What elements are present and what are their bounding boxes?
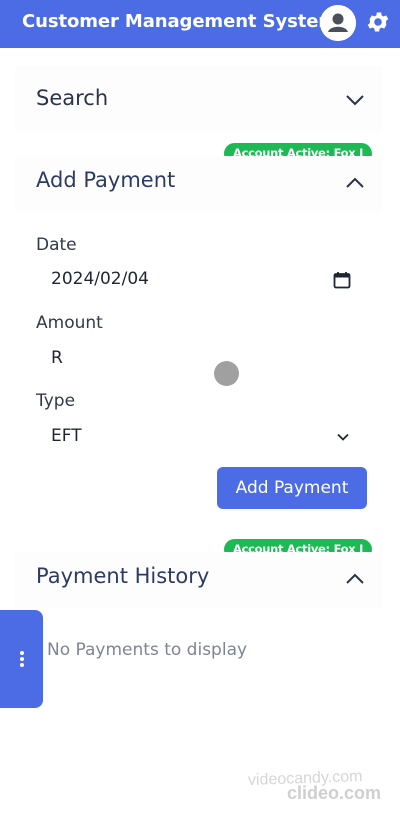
type-selected-value: EFT (51, 426, 82, 446)
gear-icon (367, 12, 389, 32)
date-value: 2024/02/04 (51, 269, 149, 289)
amount-currency-prefix: R (51, 348, 63, 368)
amount-label: Amount (36, 313, 103, 333)
chevron-up-icon[interactable] (345, 173, 365, 193)
empty-state-message: No Payments to display (47, 640, 248, 660)
amount-field[interactable]: R (36, 342, 366, 376)
chevron-up-icon[interactable] (345, 569, 365, 589)
user-circle-icon (320, 5, 356, 41)
type-select[interactable]: EFT (36, 420, 366, 454)
watermark-clideo: clideo.com (287, 783, 382, 803)
add-payment-panel-title: Add Payment (36, 168, 176, 192)
top-app-bar: Customer Management System (0, 0, 400, 48)
cursor-indicator (214, 361, 239, 386)
user-avatar-button[interactable] (320, 5, 356, 41)
calendar-icon[interactable] (333, 271, 351, 289)
search-panel[interactable]: Search (15, 66, 382, 132)
chevron-down-icon (337, 433, 349, 441)
add-payment-button[interactable]: Add Payment (217, 467, 367, 509)
settings-button[interactable] (365, 9, 391, 35)
chevron-down-icon[interactable] (345, 90, 365, 110)
type-label: Type (36, 391, 76, 411)
payment-history-panel-header[interactable]: Payment History (15, 552, 382, 608)
more-vertical-icon (19, 651, 24, 667)
payment-history-panel-title: Payment History (36, 564, 210, 588)
app-title: Customer Management System (22, 11, 337, 32)
date-label: Date (36, 235, 77, 255)
side-drawer-tab[interactable] (0, 610, 43, 708)
date-field[interactable]: 2024/02/04 (36, 263, 366, 297)
add-payment-panel-header[interactable]: Add Payment (15, 156, 382, 212)
search-panel-title: Search (36, 86, 109, 110)
